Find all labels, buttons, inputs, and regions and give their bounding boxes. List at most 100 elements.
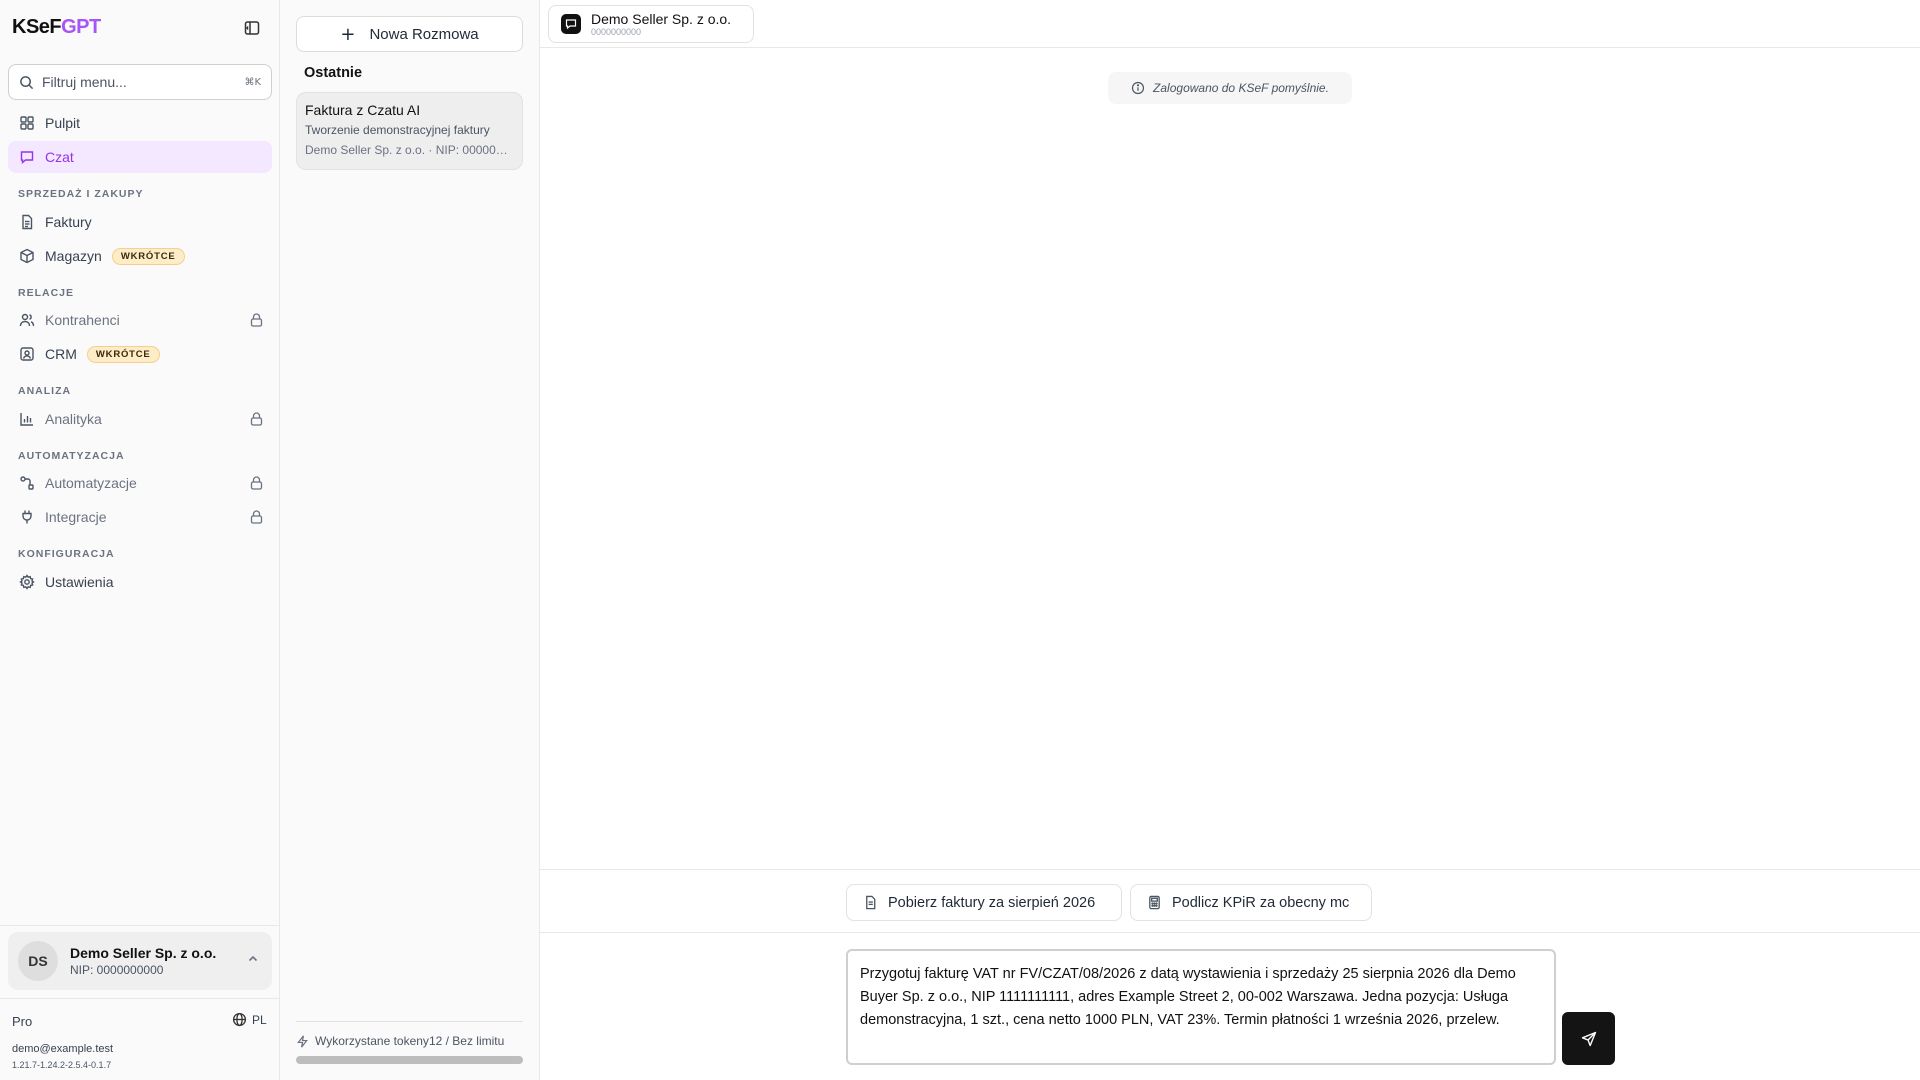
workflow-icon xyxy=(18,474,36,492)
section-label-config: KONFIGURACJA xyxy=(18,548,115,560)
brand-logo[interactable]: KSeFGPT xyxy=(12,16,101,39)
menu-filter-input[interactable] xyxy=(42,74,245,90)
sidebar-item-automatyzacje[interactable]: Automatyzacje xyxy=(8,467,272,499)
section-label-analysis: ANALIZA xyxy=(18,385,72,397)
suggestion-chip[interactable]: Podlicz KPiR za obecny mc xyxy=(1130,884,1372,921)
search-icon xyxy=(20,75,34,89)
conversation-item[interactable]: Faktura z Czatu AI Tworzenie demonstracy… xyxy=(296,92,523,170)
new-conversation-button[interactable]: + Nowa Rozmowa xyxy=(296,16,523,52)
message-composer[interactable]: Przygotuj fakturę VAT nr FV/CZAT/08/2026… xyxy=(846,949,1556,1065)
lock-icon xyxy=(248,311,264,329)
divider xyxy=(0,998,280,999)
suggestion-label: Podlicz KPiR za obecny mc xyxy=(1172,894,1350,911)
coming-soon-badge: WKRÓTCE xyxy=(86,345,160,363)
suggestions-bar: Pobierz faktury za sierpień 2026 Podlicz… xyxy=(540,869,1920,933)
sidebar-item-label: Faktury xyxy=(45,214,92,230)
status-toast: Zalogowano do KSeF pomyślnie. xyxy=(1108,72,1352,104)
conversation-subtitle: Tworzenie demonstracyjnej faktury xyxy=(305,123,490,137)
brand-prefix: KSeF xyxy=(12,16,62,38)
suggestion-label: Pobierz faktury za sierpień 2026 xyxy=(888,894,1096,911)
sidebar-item-faktury[interactable]: Faktury xyxy=(8,206,272,238)
sidebar-item-label: Automatyzacje xyxy=(45,475,137,491)
app-version: 1.21.7-1.24.2-2.5.4-0.1.7 xyxy=(12,1060,112,1070)
conversation-title: Faktura z Czatu AI xyxy=(305,102,421,118)
sidebar-item-kontrahenci[interactable]: Kontrahenci xyxy=(8,304,272,336)
language-code: PL xyxy=(252,1012,267,1027)
token-usage-value: 12 / Bez limitu xyxy=(428,1034,505,1048)
topbar: Demo Seller Sp. z o.o. 0000000000 xyxy=(540,0,1920,48)
organization-tab[interactable]: Demo Seller Sp. z o.o. 0000000000 xyxy=(548,5,754,43)
sidebar-item-integracje[interactable]: Integracje xyxy=(8,501,272,533)
organization-name: Demo Seller Sp. z o.o. xyxy=(591,11,732,27)
lightning-icon xyxy=(297,1035,308,1047)
globe-icon xyxy=(232,1012,247,1027)
sidebar-item-label: Czat xyxy=(45,149,74,165)
sidebar-item-pulpit[interactable]: Pulpit xyxy=(8,107,272,139)
lock-icon xyxy=(248,410,264,428)
info-icon xyxy=(1131,81,1145,95)
conversations-panel: + Nowa Rozmowa Ostatnie Faktura z Czatu … xyxy=(280,0,540,1080)
contact-icon xyxy=(18,345,36,363)
avatar: DS xyxy=(18,941,58,981)
message-input[interactable]: Przygotuj fakturę VAT nr FV/CZAT/08/2026… xyxy=(860,963,1542,1051)
sidebar-item-ustawienia[interactable]: Ustawienia xyxy=(8,566,272,598)
bar-chart-icon xyxy=(18,410,36,428)
account-name: Demo Seller Sp. z o.o. xyxy=(70,945,217,961)
lock-icon xyxy=(248,474,264,492)
document-icon xyxy=(863,895,878,910)
sidebar-toggle-icon xyxy=(244,21,260,35)
account-nip: NIP: 0000000000 xyxy=(70,963,164,977)
plug-icon xyxy=(18,508,36,526)
brand-accent: GPT xyxy=(61,16,101,38)
gear-icon xyxy=(18,573,36,591)
new-conversation-label: Nowa Rozmowa xyxy=(369,25,479,43)
section-label-automation: AUTOMATYZACJA xyxy=(18,450,125,462)
recent-title: Ostatnie xyxy=(304,65,363,81)
plus-icon: + xyxy=(340,23,356,45)
sidebar-item-label: Magazyn xyxy=(45,248,102,264)
organization-nip: 0000000000 xyxy=(591,27,642,37)
token-usage-fill xyxy=(296,1056,523,1064)
sidebar-item-label: Integracje xyxy=(45,509,107,525)
sidebar-item-label: CRM xyxy=(45,346,77,362)
filter-shortcut: ⌘K xyxy=(244,76,261,88)
chevron-up-icon xyxy=(246,952,260,969)
users-icon xyxy=(18,311,36,329)
dashboard-icon xyxy=(18,114,36,132)
language-switcher[interactable]: PL xyxy=(232,1012,267,1027)
sidebar-item-magazyn[interactable]: Magazyn WKRÓTCE xyxy=(8,240,272,272)
token-usage-bar xyxy=(296,1056,523,1064)
sidebar-item-label: Ustawienia xyxy=(45,574,114,590)
document-icon xyxy=(18,213,36,231)
suggestion-chip[interactable]: Pobierz faktury za sierpień 2026 xyxy=(846,884,1122,921)
section-label-sales: SPRZEDAŻ I ZAKUPY xyxy=(18,188,144,200)
send-icon xyxy=(1581,1031,1596,1046)
coming-soon-badge: WKRÓTCE xyxy=(111,247,185,265)
sidebar-toggle-button[interactable] xyxy=(242,18,262,38)
lock-icon xyxy=(248,508,264,526)
sidebar-item-analityka[interactable]: Analityka xyxy=(8,403,272,435)
status-toast-text: Zalogowano do KSeF pomyślnie. xyxy=(1153,81,1329,95)
token-usage-label: Wykorzystane tokeny xyxy=(315,1034,429,1048)
send-button[interactable] xyxy=(1562,1012,1615,1065)
divider xyxy=(0,925,280,926)
sidebar-item-crm[interactable]: CRM WKRÓTCE xyxy=(8,338,272,370)
sidebar-item-label: Analityka xyxy=(45,411,102,427)
user-email: demo@example.test xyxy=(12,1043,114,1055)
menu-filter[interactable]: ⌘K xyxy=(8,64,272,100)
sidebar-item-label: Pulpit xyxy=(45,115,81,131)
sidebar-item-label: Kontrahenci xyxy=(45,312,120,328)
conversation-meta: Demo Seller Sp. z o.o. · NIP: 0000000000 xyxy=(305,143,514,157)
calculator-icon xyxy=(1147,895,1162,910)
divider xyxy=(296,1021,523,1022)
sidebar-item-czat[interactable]: Czat xyxy=(8,141,272,173)
account-switcher[interactable]: DS Demo Seller Sp. z o.o. NIP: 000000000… xyxy=(8,932,272,990)
section-label-relations: RELACJE xyxy=(18,287,75,299)
chat-icon xyxy=(561,14,581,34)
box-icon xyxy=(18,247,36,265)
sidebar: KSeFGPT ⌘K Pulpit Czat SPRZEDAŻ I ZAKUPY… xyxy=(0,0,280,1080)
chat-icon xyxy=(18,148,36,166)
plan-label: Pro xyxy=(12,1014,33,1029)
token-usage: Wykorzystane tokeny 12 / Bez limitu xyxy=(296,1034,504,1048)
chat-main: Demo Seller Sp. z o.o. 0000000000 Zalogo… xyxy=(540,0,1920,1080)
